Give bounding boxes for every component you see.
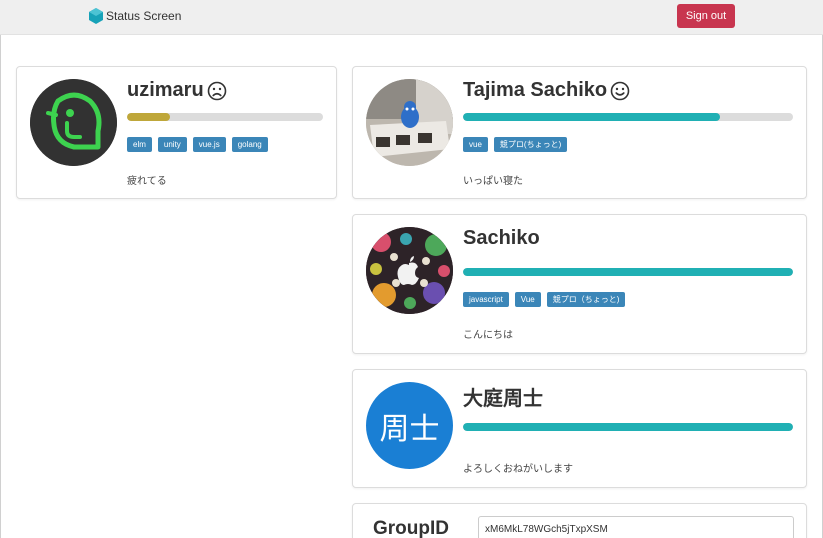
progress-fill [463,268,793,276]
user-name: Tajima Sachiko [463,79,630,102]
hexagon-logo-icon [89,8,103,24]
user-name: uzimaru [127,79,227,102]
tag[interactable]: vue [463,137,488,152]
brand[interactable]: Status Screen [89,8,181,24]
group-card: GroupID [352,503,807,538]
progress-bar [463,423,793,431]
user-name: Sachiko [463,227,540,250]
user-card-tajima-sachiko: Tajima Sachiko vue 競プロ(ちょっと) いっぱい寝た [352,66,807,199]
group-id-input[interactable] [478,516,794,538]
user-name-text: Sachiko [463,227,540,249]
progress-bar [463,113,793,121]
avatar [30,79,117,166]
tag-list: vue 競プロ(ちょっと) [463,137,568,152]
tag[interactable]: golang [231,137,268,152]
avatar [366,79,453,166]
user-name-text: 大庭周士 [463,388,543,410]
group-id-label: GroupID [373,518,449,538]
sad-face-icon [207,81,226,100]
user-name-text: uzimaru [127,79,204,101]
tag[interactable]: vue.js [192,137,226,152]
user-name: 大庭周士 [463,382,543,411]
smile-face-icon [610,81,630,100]
navbar: Status Screen Sign out [0,0,823,35]
progress-fill [463,423,793,431]
user-name-text: Tajima Sachiko [463,79,608,101]
bird-avatar-icon [30,79,117,166]
tag-list: elm unity vue.js golang [127,137,268,152]
avatar-initials: 周士 [379,411,440,447]
tag[interactable]: unity [157,137,187,152]
progress-fill [127,113,171,121]
user-card-sachiko: Sachiko javascript Vue 競プロ（ちょっと) こんにちは [352,214,807,354]
status-message: 疲れてる [127,176,167,187]
progress-bar [127,113,323,121]
user-card-oba-shuji: 周士 大庭周士 よろしくおねがいします [352,369,807,488]
status-message: いっぱい寝た [463,176,523,187]
tag[interactable]: 競プロ（ちょっと) [546,292,626,307]
user-card-uzimaru: uzimaru elm unity vue.js golang 疲れてる [16,66,337,199]
tag[interactable]: 競プロ(ちょっと) [493,137,568,152]
progress-fill [463,113,721,121]
avatar: 周士 [366,382,453,469]
tag-list: javascript Vue 競プロ（ちょっと) [463,292,626,307]
avatar [366,227,453,314]
tag[interactable]: elm [127,137,152,152]
sign-out-button[interactable]: Sign out [677,4,735,28]
photo-avatar-icon [366,79,453,166]
status-message: こんにちは [463,330,513,341]
status-message: よろしくおねがいします [463,464,573,475]
progress-bar [463,268,793,276]
paisley-apple-avatar-icon [366,227,453,314]
brand-title: Status Screen [106,9,182,23]
tag[interactable]: javascript [463,292,509,307]
tag[interactable]: Vue [514,292,541,307]
